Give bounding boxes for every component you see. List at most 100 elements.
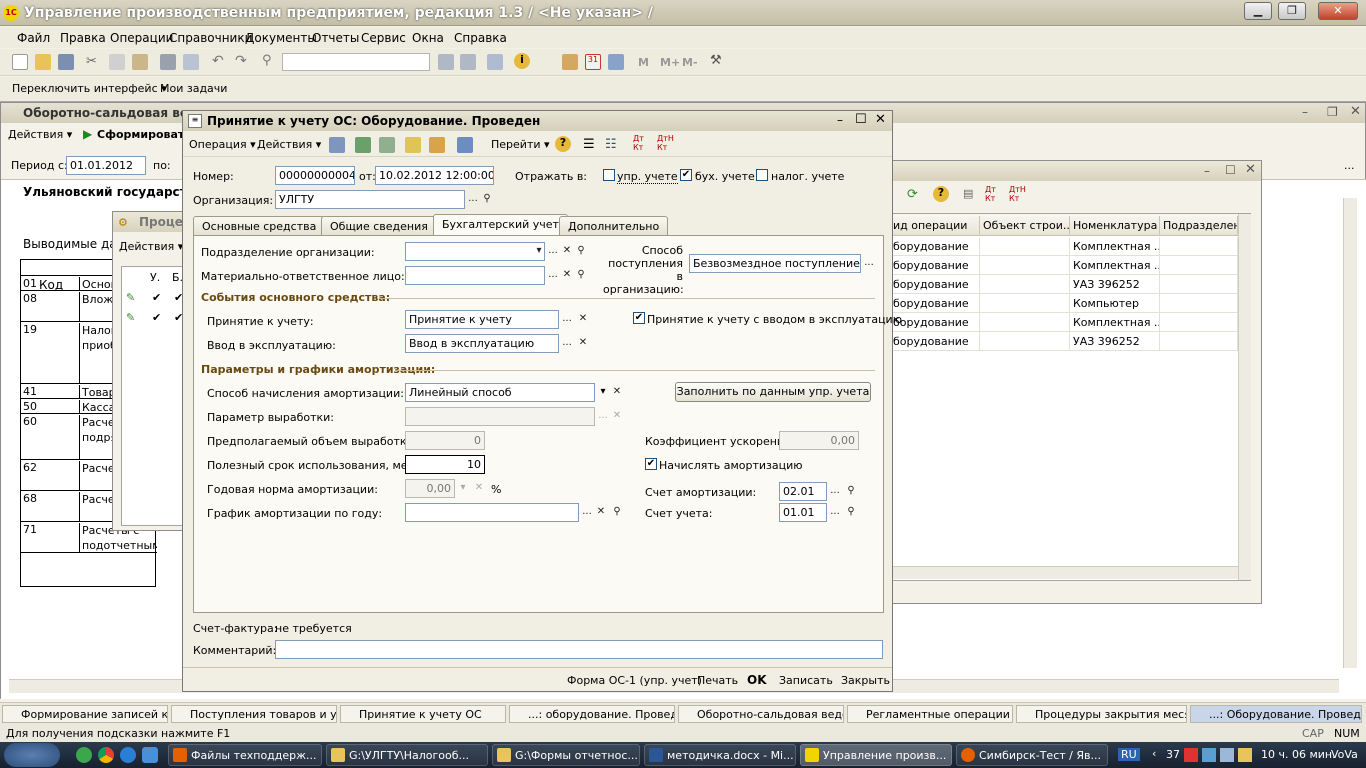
list-close-icon[interactable]: ✕ <box>1245 162 1256 177</box>
grid-cell[interactable]: Компьютер <box>1070 294 1160 313</box>
commission-select-button[interactable]: ... <box>559 335 575 352</box>
close-doc-button[interactable]: Закрыть <box>841 674 890 687</box>
grid-cell[interactable] <box>1160 275 1238 294</box>
schedule-input[interactable] <box>405 503 579 522</box>
reflect-nal-label[interactable]: налог. учете <box>771 170 844 183</box>
browser-icon[interactable] <box>120 747 136 763</box>
save-icon[interactable] <box>58 54 74 70</box>
list-restore-icon[interactable]: ☐ <box>1225 163 1236 177</box>
accept-input[interactable]: Принятие к учету <box>405 310 559 329</box>
start-button[interactable] <box>4 743 60 767</box>
accept-clear-icon[interactable]: ✕ <box>575 311 591 328</box>
ok-button[interactable]: OK <box>747 673 767 687</box>
refresh-icon[interactable]: ⟳ <box>907 187 918 202</box>
menu-documents[interactable]: Документы <box>245 31 317 45</box>
find-next-icon[interactable] <box>438 54 454 70</box>
acceleration-input[interactable]: 0,00 <box>779 431 859 450</box>
doc-copy-icon[interactable] <box>379 137 395 153</box>
doc-save-icon[interactable] <box>355 137 371 153</box>
subdivision-input[interactable] <box>405 242 545 261</box>
org-search-icon[interactable]: ⚲ <box>479 191 495 208</box>
tab-fixed-assets[interactable]: Основные средства <box>193 216 326 235</box>
open-icon[interactable] <box>35 54 51 70</box>
receipt-method-select-button[interactable]: ... <box>861 255 877 272</box>
memory-plus-icon[interactable]: M+ <box>660 56 680 69</box>
volume-input[interactable]: 0 <box>405 431 485 450</box>
menu-windows[interactable]: Окна <box>412 31 444 45</box>
grid-cell[interactable] <box>1160 332 1238 351</box>
language-indicator[interactable]: RU <box>1118 748 1140 761</box>
menu-help[interactable]: Справка <box>454 31 507 45</box>
grid-cell[interactable] <box>980 332 1070 351</box>
undo-icon[interactable]: ↶ <box>212 53 228 69</box>
accrue-amortization-checkbox[interactable]: ✔ <box>645 458 657 470</box>
reflect-buh-label[interactable]: бух. учете <box>695 170 755 183</box>
tray-antivirus-icon[interactable] <box>1184 748 1198 762</box>
menu-file[interactable]: Файл <box>17 31 50 45</box>
window-tab-4[interactable]: ...: оборудование. Проведен <box>509 705 675 723</box>
chrome-icon[interactable] <box>98 747 114 763</box>
print-icon[interactable] <box>160 54 176 70</box>
doc-dt-kt-n-icon[interactable]: ДтН Кт <box>657 134 674 152</box>
search-icon[interactable]: ⚲ <box>262 53 278 69</box>
grid-column-header[interactable]: ид операции <box>890 216 980 235</box>
doc-list-icon[interactable]: ☰ <box>583 137 595 152</box>
menu-operations[interactable]: Операции <box>110 31 173 45</box>
mol-search-icon[interactable]: ⚲ <box>573 267 589 284</box>
grid-cell[interactable] <box>1160 237 1238 256</box>
find-prev-icon[interactable] <box>460 54 476 70</box>
form-os1-link[interactable]: Форма ОС-1 (упр. учет) <box>567 674 702 687</box>
account-search-icon[interactable]: ⚲ <box>843 504 859 521</box>
doc-maximize-icon[interactable]: ☐ <box>855 112 867 127</box>
new-icon[interactable] <box>12 54 28 70</box>
list-minimize-icon[interactable]: – <box>1204 164 1210 178</box>
tools-icon[interactable]: ⚒ <box>710 53 726 69</box>
method-input[interactable]: Линейный способ <box>405 383 595 402</box>
save-button[interactable]: Записать <box>779 674 833 687</box>
report-vscroll[interactable] <box>1343 198 1357 668</box>
calculator-icon[interactable] <box>562 54 578 70</box>
list-print-icon[interactable]: ▤ <box>963 187 973 200</box>
annual-rate-clear-icon[interactable]: ✕ <box>471 480 487 497</box>
grid-cell[interactable] <box>980 294 1070 313</box>
calendar-icon[interactable]: 31 <box>585 54 601 70</box>
switch-interface-button[interactable]: Переключить интерфейс ▾ <box>12 82 167 95</box>
annual-rate-input[interactable]: 0,00 <box>405 479 455 498</box>
doc-post-icon[interactable] <box>329 137 345 153</box>
mdi-restore-icon[interactable]: ❐ <box>1327 105 1338 119</box>
useful-life-input[interactable]: 10 <box>405 455 485 474</box>
reflect-buh-checkbox[interactable]: ✔ <box>680 169 692 181</box>
cut-icon[interactable]: ✂ <box>86 54 102 70</box>
users-icon[interactable] <box>608 54 624 70</box>
menu-catalogs[interactable]: Справочники <box>169 31 252 45</box>
tab-accounting[interactable]: Бухгалтерский учет <box>433 214 568 236</box>
org-input[interactable]: УЛГТУ <box>275 190 465 209</box>
copy-icon[interactable] <box>109 54 125 70</box>
accept-with-commission-label[interactable]: Принятие к учету с вводом в эксплуатацию <box>647 313 902 326</box>
memory-minus-icon[interactable]: M- <box>682 56 698 69</box>
grid-column-header[interactable]: Подразделен... <box>1160 216 1238 235</box>
procedure-row1-check[interactable]: ✔ <box>152 291 161 304</box>
doc-minimize-icon[interactable]: – <box>837 113 843 127</box>
doc-help-icon[interactable]: ? <box>555 136 571 152</box>
tray-expand-icon[interactable]: ‹ <box>1152 747 1156 760</box>
quicklaunch-icon[interactable] <box>76 747 92 763</box>
accept-with-commission-checkbox[interactable]: ✔ <box>633 312 645 324</box>
menu-edit[interactable]: Правка <box>60 31 106 45</box>
task-folder-ulgtu[interactable]: G:\УЛГТУ\Налогооб... <box>326 744 488 766</box>
mdi-minimize-icon[interactable]: – <box>1302 105 1308 119</box>
window-tab-5[interactable]: Оборотно-сальдовая ведо... <box>678 705 844 723</box>
tab-general-info[interactable]: Общие сведения <box>321 216 437 235</box>
window-tab-6[interactable]: Регламентные операции <box>847 705 1013 723</box>
window-tab-8[interactable]: ...: Оборудование. Проведен <box>1190 705 1362 723</box>
task-word[interactable]: методичка.docx - Mi... <box>644 744 796 766</box>
grid-vscroll[interactable] <box>1238 214 1251 580</box>
window-tab-7[interactable]: Процедуры закрытия меся... <box>1016 705 1187 723</box>
number-input[interactable]: 00000000004 <box>275 166 355 185</box>
reflect-nal-checkbox[interactable] <box>756 169 768 181</box>
grid-cell[interactable]: УАЗ 396252 <box>1070 332 1160 351</box>
task-folder-forms[interactable]: G:\Формы отчетнос... <box>492 744 640 766</box>
task-firefox[interactable]: Файлы техподдерж... <box>168 744 322 766</box>
form-report-button[interactable]: Сформировать <box>97 128 191 141</box>
comment-input[interactable] <box>275 640 883 659</box>
